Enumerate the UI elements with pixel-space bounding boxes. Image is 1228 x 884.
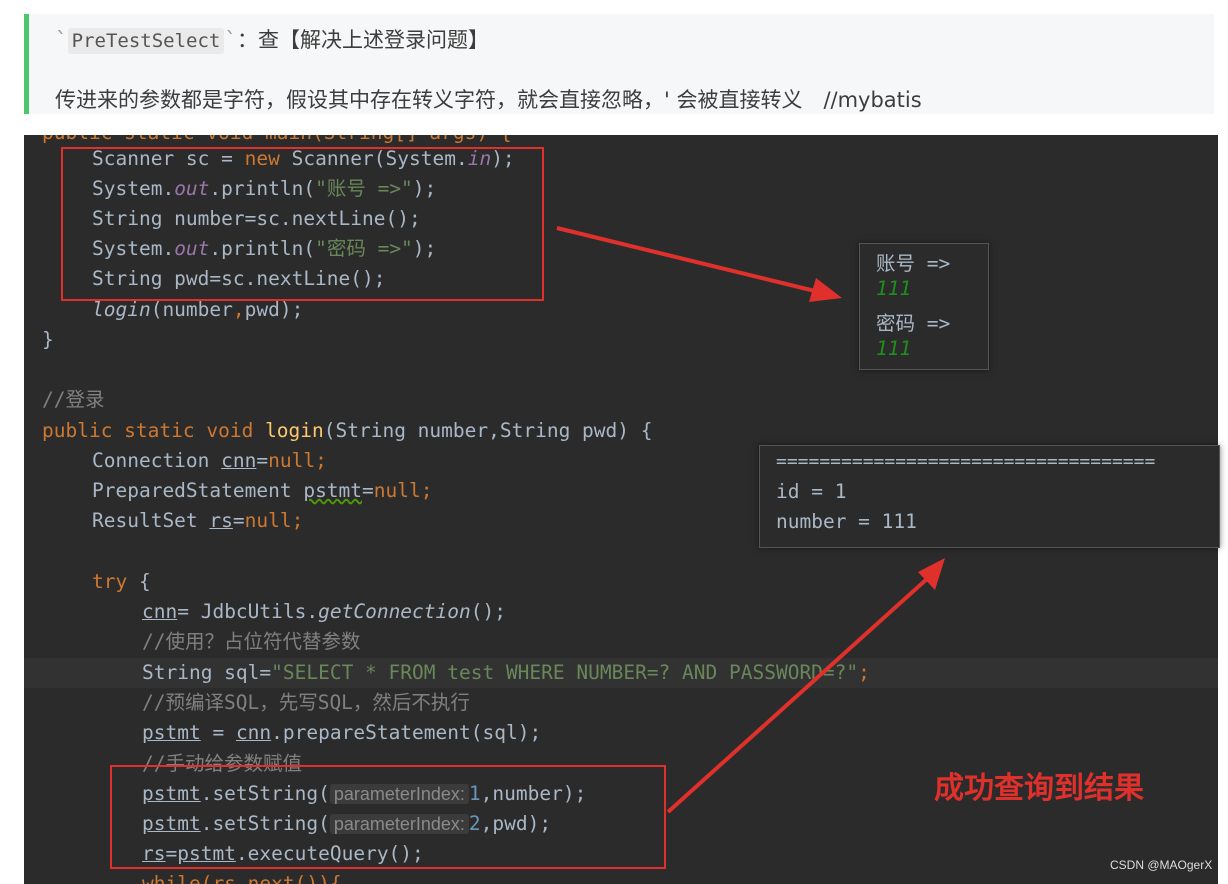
annotation-arrows: [556, 226, 945, 814]
arrow-to-console-result: [666, 558, 945, 814]
annotation-success-text: 成功查询到结果: [934, 772, 1144, 805]
arrow-to-console-input: [556, 226, 842, 302]
watermark: CSDN @MAOgerX: [1110, 858, 1213, 872]
